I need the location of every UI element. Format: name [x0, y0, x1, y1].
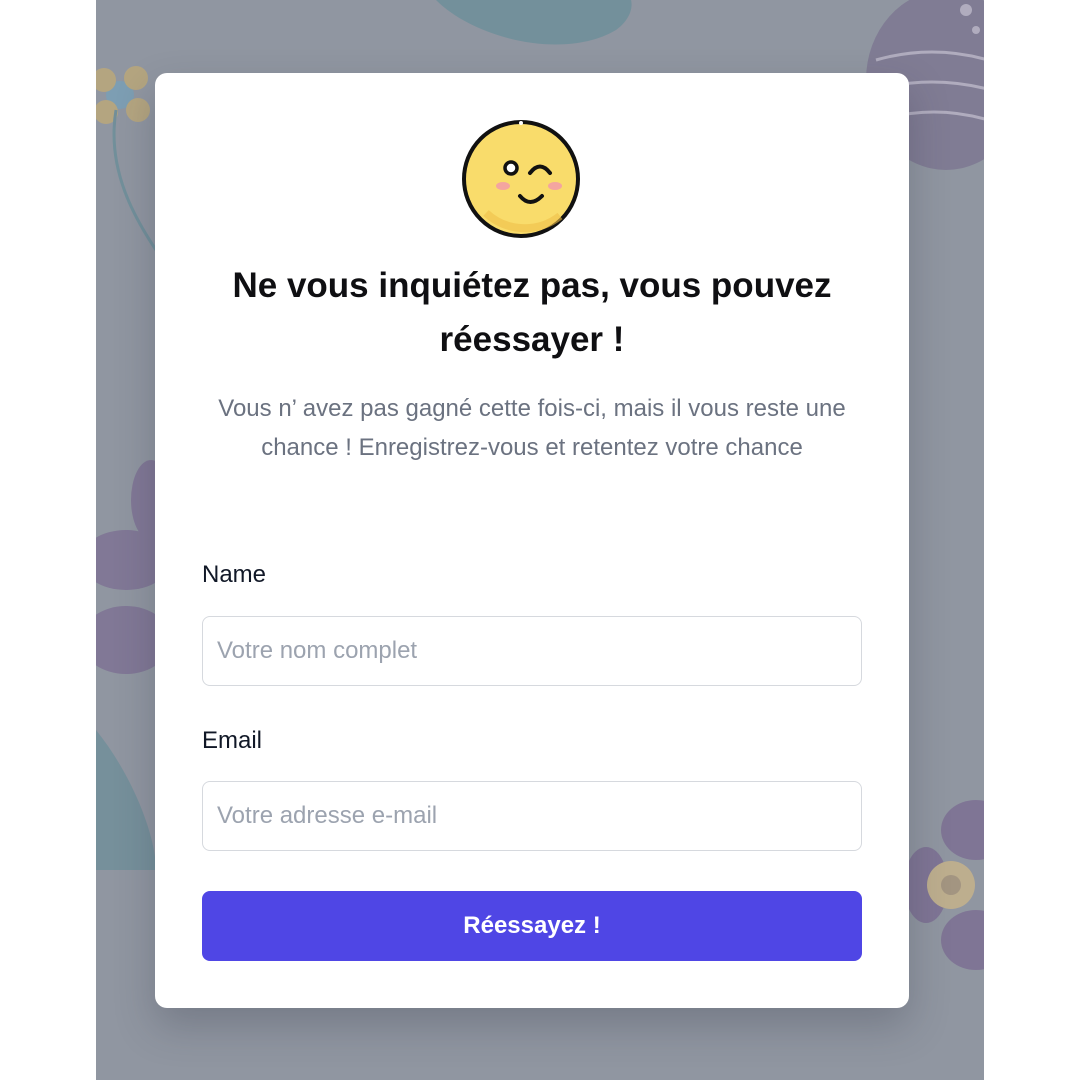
modal-subtitle: Vous n’ avez pas gagné cette fois-ci, ma…: [218, 395, 846, 461]
name-input[interactable]: [202, 616, 862, 686]
name-label: Name: [202, 561, 267, 588]
modal-title: Ne vous inquiétez pas, vous pouvez réess…: [232, 266, 832, 359]
winking-face-icon: [462, 120, 580, 238]
email-label: Email: [202, 727, 263, 754]
retry-modal-card: Ne vous inquiétez pas, vous pouvez réess…: [155, 73, 909, 1008]
email-input[interactable]: [202, 781, 862, 851]
retry-button[interactable]: Réessayez !: [202, 891, 862, 961]
